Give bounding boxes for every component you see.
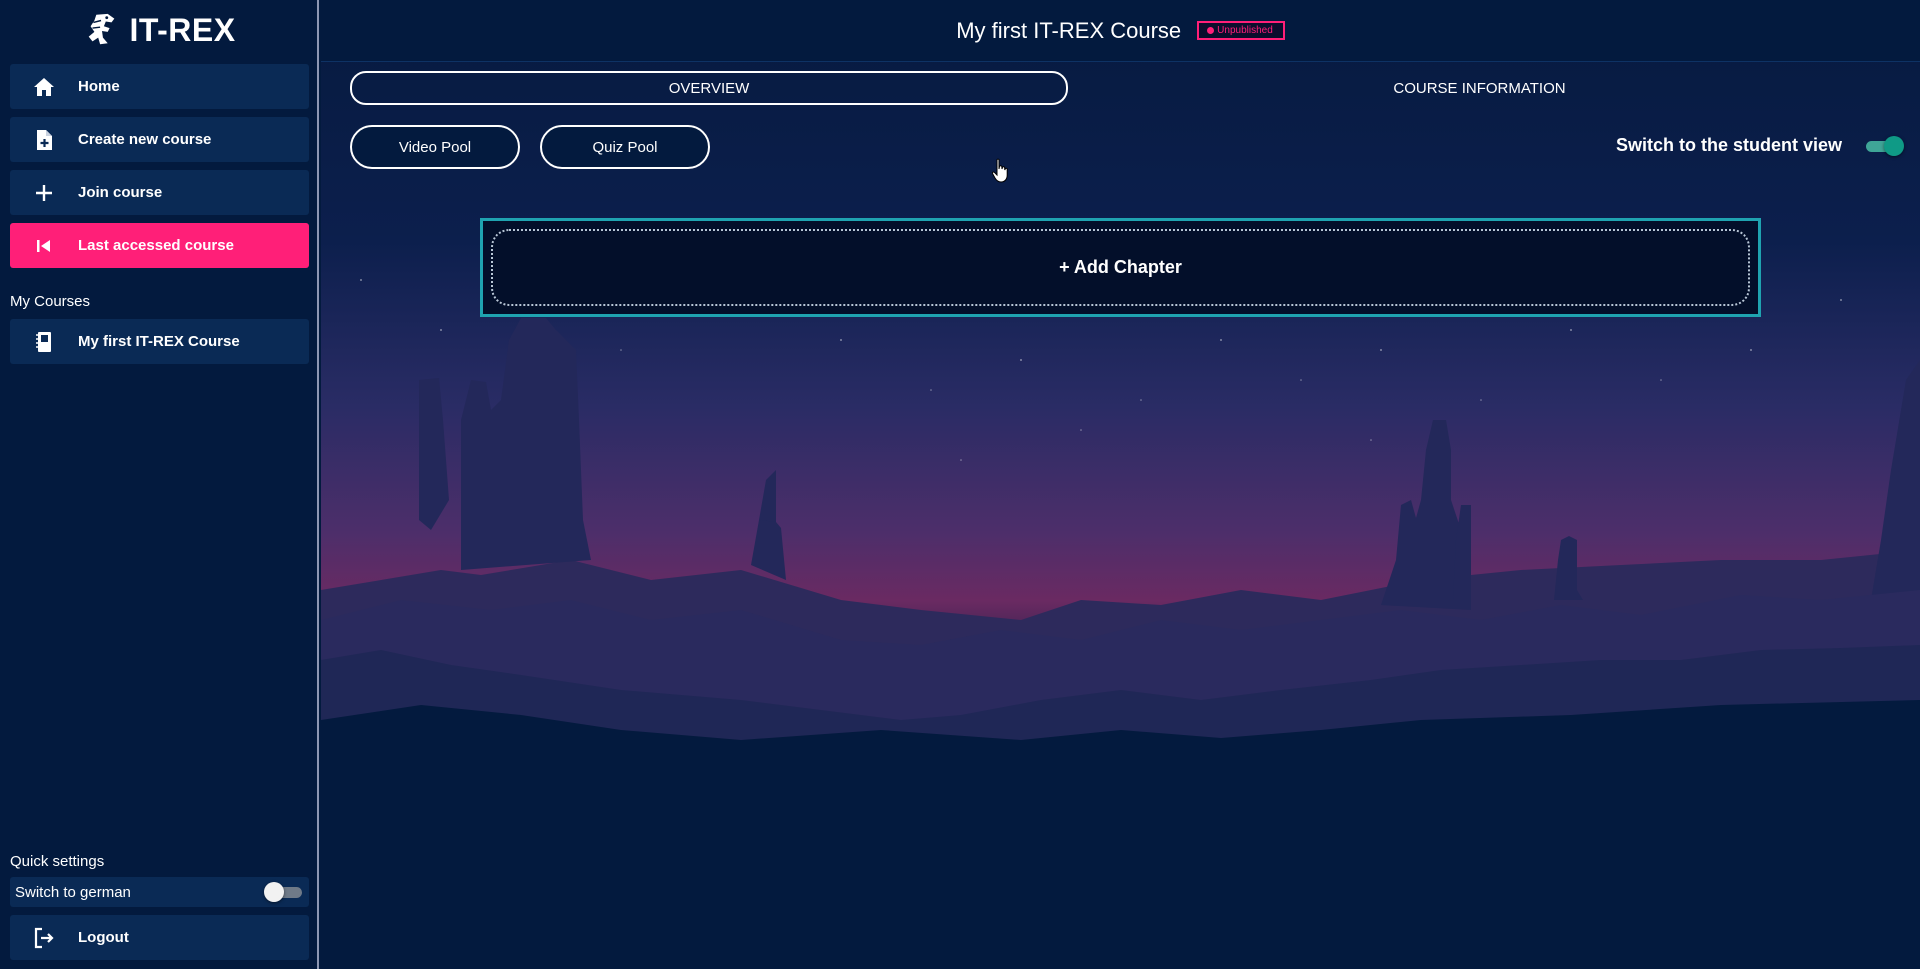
sidebar-item-label: My first IT-REX Course xyxy=(78,333,240,350)
sidebar-item-label: Create new course xyxy=(78,131,212,148)
home-icon xyxy=(10,64,78,109)
notebook-icon xyxy=(10,319,78,364)
sidebar-item-home[interactable]: Home xyxy=(10,64,309,109)
quiz-pool-button[interactable]: Quiz Pool xyxy=(540,125,710,169)
sidebar-item-create-course[interactable]: Create new course xyxy=(10,117,309,162)
student-view-label: Switch to the student view xyxy=(1615,135,1842,155)
sidebar-item-join-course[interactable]: Join course xyxy=(10,170,309,215)
file-plus-icon xyxy=(10,117,78,162)
logout-button[interactable]: Logout xyxy=(10,915,309,960)
sidebar-item-label: Last accessed course xyxy=(78,237,234,254)
main-content: My first IT-REX Course Unpublished OVERV… xyxy=(321,0,1920,969)
course-header: My first IT-REX Course Unpublished xyxy=(321,0,1920,62)
course-tabs: OVERVIEW COURSE INFORMATION xyxy=(350,71,1892,105)
sidebar-course-my-first-it-rex-course[interactable]: My first IT-REX Course xyxy=(10,319,309,364)
tab-course-information[interactable]: COURSE INFORMATION xyxy=(1068,71,1891,105)
skip-back-icon xyxy=(10,223,78,268)
sidebar-item-last-accessed-course[interactable]: Last accessed course xyxy=(10,223,309,268)
course-title: My first IT-REX Course xyxy=(956,17,1182,43)
german-language-toggle[interactable] xyxy=(264,882,304,902)
my-courses-heading: My Courses xyxy=(10,293,91,310)
tab-overview[interactable]: OVERVIEW xyxy=(350,71,1068,105)
hand-pointer-cursor-icon xyxy=(991,158,1008,183)
sidebar-item-label: Join course xyxy=(78,184,163,201)
status-dot-icon xyxy=(1207,27,1215,34)
status-text: Unpublished xyxy=(1217,25,1273,36)
plus-icon xyxy=(10,170,78,215)
add-chapter-button[interactable]: + Add Chapter xyxy=(491,229,1750,306)
sidebar: IT-REX Home Create new course Join cours… xyxy=(0,0,319,969)
video-pool-button[interactable]: Video Pool xyxy=(350,125,520,169)
quick-settings-heading: Quick settings xyxy=(10,853,105,870)
app-name: IT-REX xyxy=(129,11,236,48)
sidebar-item-label: Home xyxy=(78,78,120,95)
german-language-setting: Switch to german xyxy=(10,877,309,907)
logout-icon xyxy=(10,915,78,960)
trex-logo-icon xyxy=(89,13,115,45)
student-view-setting: Switch to the student view xyxy=(1615,135,1904,156)
german-toggle-label: Switch to german xyxy=(15,883,131,901)
add-chapter-container: + Add Chapter xyxy=(480,218,1761,317)
status-badge: Unpublished xyxy=(1197,21,1285,40)
student-view-toggle[interactable] xyxy=(1862,135,1904,156)
app-logo[interactable]: IT-REX xyxy=(0,10,319,50)
logout-label: Logout xyxy=(78,929,129,946)
